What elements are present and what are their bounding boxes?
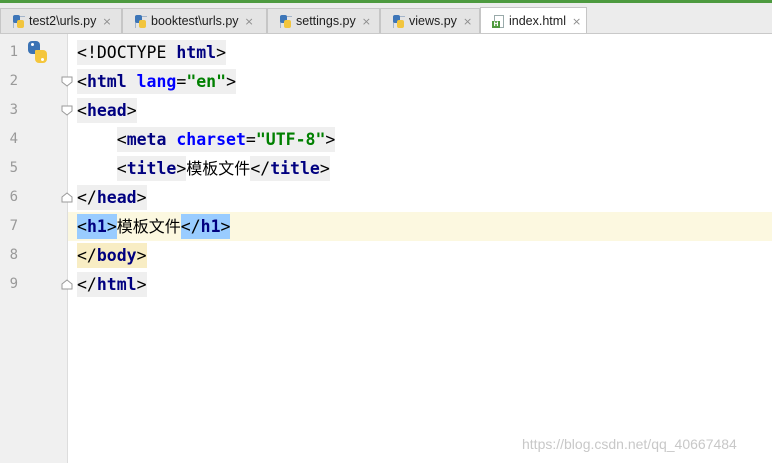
- tab-label: settings.py: [296, 14, 356, 28]
- tab-bar-accent-line: [0, 0, 772, 3]
- close-icon[interactable]: ×: [463, 15, 472, 28]
- html-file-icon: H: [492, 14, 505, 28]
- code-text[interactable]: </body>: [77, 241, 147, 270]
- code-line[interactable]: 1 <!DOCTYPE html>: [0, 38, 772, 67]
- code-text[interactable]: <h1>模板文件</h1>: [77, 212, 231, 241]
- tab-settings[interactable]: settings.py ×: [267, 8, 380, 33]
- line-number: 5: [9, 160, 18, 176]
- code-text[interactable]: <head>: [77, 96, 137, 125]
- line-number: 9: [9, 276, 18, 292]
- tab-test2-urls[interactable]: test2\urls.py ×: [0, 8, 122, 33]
- python-file-icon: [392, 14, 405, 28]
- close-icon[interactable]: ×: [362, 15, 371, 28]
- code-line[interactable]: 4 <meta charset="UTF-8">: [0, 125, 772, 154]
- code-line[interactable]: 6 </head>: [0, 183, 772, 212]
- tab-label: booktest\urls.py: [151, 14, 239, 28]
- fold-open-icon[interactable]: [61, 76, 73, 87]
- tab-label: index.html: [509, 14, 566, 28]
- fold-open-icon[interactable]: [61, 105, 73, 116]
- code-text[interactable]: <!DOCTYPE html>: [77, 38, 227, 67]
- python-file-icon: [279, 14, 292, 28]
- tab-label: test2\urls.py: [29, 14, 97, 28]
- line-number: 1: [9, 44, 18, 60]
- code-line[interactable]: 2 <html lang="en">: [0, 67, 772, 96]
- code-text[interactable]: <html lang="en">: [77, 67, 236, 96]
- line-number: 2: [9, 73, 18, 89]
- code-text[interactable]: <title>模板文件</title>: [77, 154, 330, 183]
- tab-index-html[interactable]: H index.html ×: [480, 7, 587, 34]
- code-line[interactable]: 3 <head>: [0, 96, 772, 125]
- close-icon[interactable]: ×: [102, 15, 111, 28]
- line-number: 3: [9, 102, 18, 118]
- editor-tab-bar: test2\urls.py × booktest\urls.py × setti…: [0, 0, 772, 34]
- code-line[interactable]: 5 <title>模板文件</title>: [0, 154, 772, 183]
- watermark: https://blog.csdn.net/qq_40667484: [522, 436, 737, 452]
- tab-booktest-urls[interactable]: booktest\urls.py ×: [122, 8, 267, 33]
- tab-label: views.py: [409, 14, 457, 28]
- line-number: 7: [9, 218, 18, 234]
- fold-close-icon[interactable]: [61, 192, 73, 203]
- code-text[interactable]: </head>: [77, 183, 147, 212]
- line-number: 8: [9, 247, 18, 263]
- code-text[interactable]: <meta charset="UTF-8">: [77, 125, 336, 154]
- line-number: 6: [9, 189, 18, 205]
- python-file-icon: [134, 14, 147, 28]
- close-icon[interactable]: ×: [245, 15, 254, 28]
- tab-views[interactable]: views.py ×: [380, 8, 480, 33]
- code-line[interactable]: 9 </html>: [0, 270, 772, 299]
- fold-close-icon[interactable]: [61, 279, 73, 290]
- code-line-current[interactable]: 7 <h1>模板文件</h1>: [0, 212, 772, 241]
- code-text[interactable]: </html>: [77, 270, 147, 299]
- line-number: 4: [9, 131, 18, 147]
- close-icon[interactable]: ×: [572, 15, 581, 28]
- python-file-icon: [12, 14, 25, 28]
- code-line[interactable]: 8 </body>: [0, 241, 772, 270]
